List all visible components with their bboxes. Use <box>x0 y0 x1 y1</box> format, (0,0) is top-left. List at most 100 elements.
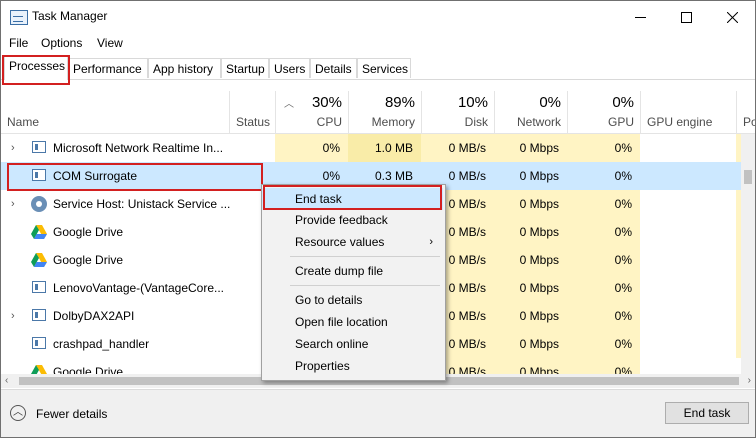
gpu-value: 0% <box>567 358 640 374</box>
gpu-value: 0% <box>567 302 640 330</box>
vertical-scrollbar[interactable] <box>741 134 755 374</box>
menu-item-search-online[interactable]: Search online <box>262 333 443 355</box>
tab-processes[interactable]: Processes <box>4 55 68 80</box>
process-name: Google Drive <box>53 225 124 239</box>
close-button[interactable] <box>709 1 755 33</box>
process-name: Google Drive <box>53 253 124 267</box>
column-status-label: Status <box>236 115 271 129</box>
maximize-button[interactable] <box>663 1 709 33</box>
gpu-value: 0% <box>567 190 640 218</box>
scroll-right-icon[interactable]: › <box>748 374 751 388</box>
column-network[interactable]: 0% Network <box>494 91 567 133</box>
window-icon <box>32 309 46 321</box>
tab-bar: Processes Performance App history Startu… <box>1 54 755 80</box>
column-gpu-engine[interactable]: GPU engine <box>640 91 736 133</box>
disk-value: 0 MB/s <box>421 134 494 162</box>
network-value: 0 Mbps <box>494 134 567 162</box>
gear-icon <box>31 196 47 212</box>
memory-value: 1.0 MB <box>348 134 421 162</box>
tab-startup[interactable]: Startup <box>221 58 269 78</box>
menu-file[interactable]: File <box>9 36 28 50</box>
menu-item-end-task[interactable]: End task <box>262 188 443 210</box>
column-name[interactable]: Name <box>1 91 229 133</box>
network-total: 0% <box>539 94 561 111</box>
menu-options[interactable]: Options <box>41 36 82 50</box>
menu-view[interactable]: View <box>97 36 123 50</box>
minimize-icon <box>634 17 646 18</box>
end-task-button[interactable]: End task <box>665 402 749 424</box>
menu-item-resource-values-label: Resource values <box>295 235 385 249</box>
google-drive-icon <box>31 225 47 239</box>
task-manager-window: Task Manager File Options View Processes… <box>0 0 756 438</box>
menu-separator <box>290 256 440 257</box>
menu-item-provide-feedback[interactable]: Provide feedback <box>262 209 443 231</box>
network-value: 0 Mbps <box>494 274 567 302</box>
column-memory[interactable]: 89% Memory <box>348 91 421 133</box>
gpu-value: 0% <box>567 274 640 302</box>
process-name: Microsoft Network Realtime In... <box>53 141 224 155</box>
column-header: Name Status ︿ 30% CPU 89% Memory 10% Dis… <box>1 91 755 134</box>
submenu-arrow-icon: › <box>429 236 433 248</box>
task-manager-icon <box>10 10 28 25</box>
disk-total: 10% <box>457 94 488 111</box>
scroll-left-icon[interactable]: ‹ <box>5 374 8 388</box>
cpu-value: 0% <box>275 134 348 162</box>
column-cpu-label: CPU <box>316 115 342 129</box>
tab-performance[interactable]: Performance <box>68 58 148 78</box>
memory-total: 89% <box>384 94 415 111</box>
process-name: COM Surrogate <box>53 169 138 183</box>
gpu-value: 0% <box>567 218 640 246</box>
gpu-value: 0% <box>614 169 632 183</box>
menu-item-go-to-details[interactable]: Go to details <box>262 289 443 311</box>
window-title: Task Manager <box>32 9 108 23</box>
menu-bar: File Options View <box>1 33 755 53</box>
fewer-details-link[interactable]: Fewer details <box>36 407 107 421</box>
gpu-total: 0% <box>612 94 634 111</box>
network-value: 0 Mbps <box>494 330 567 358</box>
chevron-right-icon[interactable]: › <box>11 302 15 330</box>
column-power[interactable]: Po <box>736 91 755 133</box>
menu-item-properties[interactable]: Properties <box>262 355 443 377</box>
tab-services[interactable]: Services <box>357 58 411 78</box>
gpu-value: 0% <box>567 246 640 274</box>
window-icon <box>32 337 46 349</box>
chevron-up-circle-icon[interactable]: ︿ <box>10 405 26 421</box>
menu-item-create-dump-file[interactable]: Create dump file <box>262 260 443 282</box>
process-name: Google Drive <box>53 365 124 374</box>
column-gpu-label: GPU <box>607 115 634 129</box>
chevron-right-icon[interactable]: › <box>11 190 15 218</box>
column-cpu[interactable]: ︿ 30% CPU <box>275 91 348 133</box>
column-disk-label: Disk <box>464 115 488 129</box>
context-menu: End task Provide feedback Resource value… <box>261 184 446 381</box>
window-icon <box>32 141 46 153</box>
column-gpu[interactable]: 0% GPU <box>567 91 640 133</box>
process-name: Service Host: Unistack Service ... <box>53 197 231 211</box>
window-icon <box>32 281 46 293</box>
tab-users[interactable]: Users <box>269 58 310 78</box>
sort-ascending-icon: ︿ <box>284 99 294 110</box>
column-disk[interactable]: 10% Disk <box>421 91 494 133</box>
process-name: DolbyDAX2API <box>53 309 135 323</box>
column-memory-label: Memory <box>371 115 415 129</box>
column-gpu-engine-label: GPU engine <box>647 115 713 129</box>
tab-details[interactable]: Details <box>310 58 357 78</box>
google-drive-icon <box>31 253 47 267</box>
table-row[interactable]: › Microsoft Network Realtime In... 0% 1.… <box>1 134 741 162</box>
menu-item-open-file-location[interactable]: Open file location <box>262 311 443 333</box>
vertical-scroll-thumb[interactable] <box>744 170 752 184</box>
menu-item-resource-values[interactable]: Resource values › <box>262 231 443 253</box>
process-name: LenovoVantage-(VantageCore... <box>53 281 225 295</box>
network-value: 0 Mbps <box>494 246 567 274</box>
gpu-value: 0% <box>567 330 640 358</box>
column-name-label: Name <box>7 115 40 129</box>
menu-separator <box>290 285 440 286</box>
chevron-right-icon[interactable]: › <box>11 134 15 162</box>
minimize-button[interactable] <box>617 1 663 33</box>
google-drive-icon <box>31 365 47 374</box>
tab-app-history[interactable]: App history <box>148 58 221 78</box>
footer-bar: ︿ Fewer details End task <box>1 389 755 437</box>
column-status[interactable]: Status <box>229 91 275 133</box>
gpu-value: 0% <box>567 134 640 162</box>
network-value: 0 Mbps <box>494 190 567 218</box>
network-value: 0 Mbps <box>494 218 567 246</box>
